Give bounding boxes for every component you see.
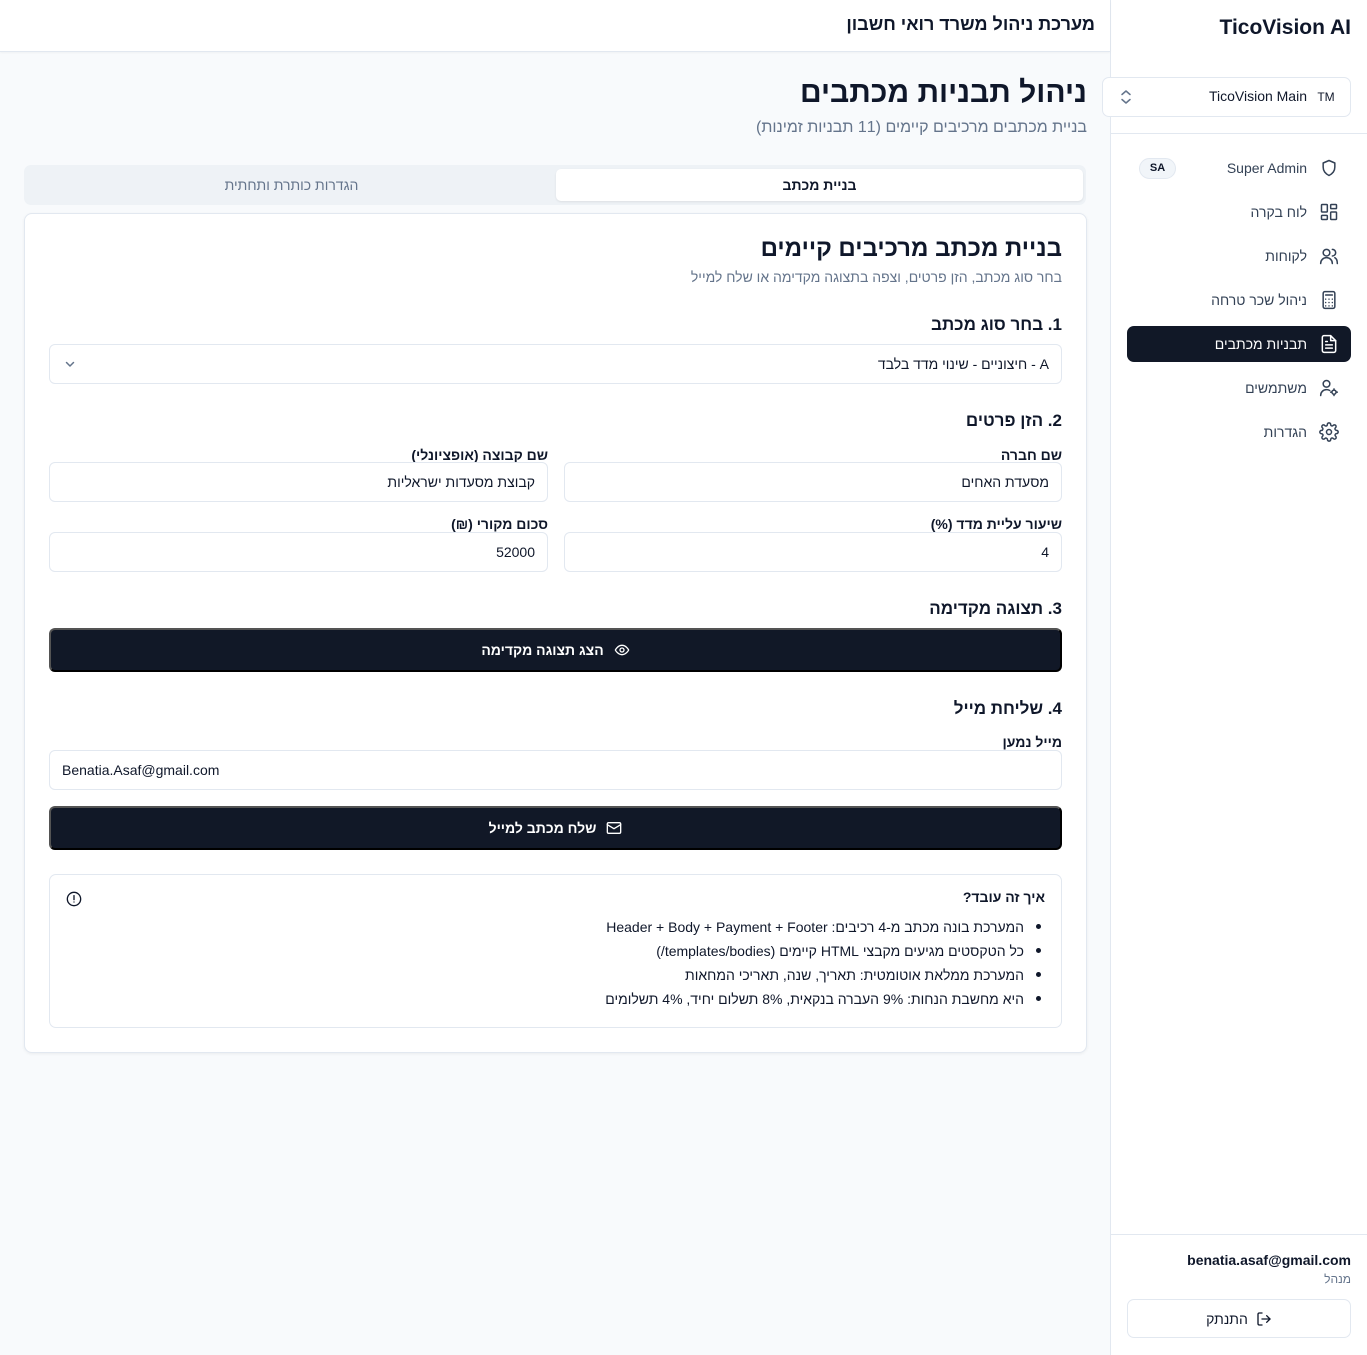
letter-type-selected: A - חיצוניים - שינוי מדד בלבד — [877, 356, 1049, 372]
calculator-icon — [1319, 290, 1339, 310]
company-name-label: שם חברה — [1000, 447, 1062, 463]
sidebar-item-label: תבניות מכתבים — [1214, 336, 1307, 352]
card-description: בחר סוג מכתב, הזן פרטים, וצפה בתצוגה מקד… — [690, 269, 1062, 285]
top-header: מערכת ניהול משרד רואי חשבון — [0, 0, 1110, 52]
sidebar-item-label: ניהול שכר טרחה — [1211, 292, 1307, 308]
page-subtitle: בניית מכתבים מרכיבים קיימים (11 תבניות ז… — [756, 119, 1087, 136]
sidebar: TicoVision AI TM TicoVision Main Super A… — [1102, 0, 1367, 1355]
sidebar-item-label: הגדרות — [1263, 424, 1307, 440]
sidebar-divider — [1110, 1234, 1367, 1235]
mail-icon — [606, 820, 622, 836]
how-it-works-list: המערכת בונה מכתב מ-4 רכיבים: Header + Bo… — [605, 915, 1041, 1011]
how-it-works-title: איך זה עובד? — [962, 889, 1045, 905]
group-name-label: שם קבוצה (אופציונלי) — [411, 447, 548, 463]
recipient-email-input[interactable]: Benatia.Asaf@gmail.com — [49, 750, 1062, 790]
recipient-email-label: מייל נמען — [1002, 734, 1062, 750]
list-item: כל הטקסטים מגיעים מקבצי HTML קיימים (tem… — [605, 939, 1041, 963]
list-item: המערכת ממלאת אוטומטית: תאריך, שנה, תאריכ… — [605, 963, 1041, 987]
company-name-input[interactable]: מסעדת האחים — [564, 462, 1062, 502]
org-name: TicoVision Main — [1208, 88, 1307, 104]
settings-gear-icon — [1319, 422, 1339, 442]
chevrons-up-down-icon — [1119, 89, 1133, 105]
dashboard-grid-icon — [1319, 202, 1339, 222]
tab-header-footer-settings[interactable]: הגדרות כותרת ותחתית — [28, 169, 555, 201]
sidebar-item-dashboard[interactable]: לוח בקרה — [1127, 194, 1351, 230]
sidebar-item-label: משתמשים — [1245, 380, 1307, 396]
org-badge: TM — [1317, 90, 1335, 104]
user-role: מנהל — [1324, 1272, 1351, 1286]
show-preview-label: הצג תצוגה מקדימה — [481, 642, 604, 658]
logout-icon — [1256, 1311, 1272, 1327]
shield-icon — [1319, 158, 1339, 178]
how-it-works-box: איך זה עובד? המערכת בונה מכתב מ-4 רכיבים… — [49, 874, 1062, 1028]
chevron-down-icon — [64, 358, 76, 370]
tabs-bar: בניית מכתב הגדרות כותרת ותחתית — [24, 165, 1086, 205]
letter-type-select[interactable]: A - חיצוניים - שינוי מדד בלבד — [49, 344, 1062, 384]
sidebar-item-label: Super Admin — [1226, 160, 1307, 176]
sidebar-item-super-admin[interactable]: Super Admin SA — [1127, 150, 1351, 186]
page-title: ניהול תבניות מכתבים — [799, 76, 1087, 109]
sidebar-item-letter-templates[interactable]: תבניות מכתבים — [1127, 326, 1351, 362]
sidebar-nav: Super Admin SA לוח בקרה לקוחות ניהול שכר… — [1127, 150, 1351, 458]
tab-letter-builder[interactable]: בניית מכתב — [556, 169, 1083, 201]
send-email-button[interactable]: שלח מכתב למייל — [49, 806, 1062, 850]
step2-title: 2. הזן פרטים — [965, 411, 1062, 430]
list-item: המערכת בונה מכתב מ-4 רכיבים: Header + Bo… — [605, 915, 1041, 939]
eye-icon — [614, 642, 630, 658]
send-email-label: שלח מכתב למייל — [488, 820, 597, 836]
index-rate-label: שיעור עליית מדד (%) — [930, 516, 1062, 532]
file-text-icon — [1319, 334, 1339, 354]
step1-title: 1. בחר סוג מכתב — [931, 315, 1062, 334]
sidebar-divider — [1110, 133, 1367, 134]
index-rate-input[interactable]: 4 — [564, 532, 1062, 572]
user-email: benatia.asaf@gmail.com — [1187, 1252, 1351, 1268]
step3-title: 3. תצוגה מקדימה — [929, 599, 1062, 618]
logout-label: התנתק — [1206, 1310, 1248, 1327]
list-item: היא מחשבת הנחות: 9% העברה בנקאית, 8% תשל… — [605, 987, 1041, 1011]
group-name-input[interactable]: קבוצת מסעדות ישראליות — [49, 462, 548, 502]
role-badge: SA — [1139, 158, 1176, 179]
original-amount-label: סכום מקורי (₪) — [451, 516, 548, 532]
brand-logo-text: TicoVision AI — [1219, 16, 1351, 39]
user-cog-icon — [1319, 378, 1339, 398]
sidebar-item-label: לוח בקרה — [1250, 204, 1307, 220]
sidebar-item-users[interactable]: משתמשים — [1127, 370, 1351, 406]
letter-builder-card: בניית מכתב מרכיבים קיימים בחר סוג מכתב, … — [24, 213, 1087, 1053]
show-preview-button[interactable]: הצג תצוגה מקדימה — [49, 628, 1062, 672]
header-title: מערכת ניהול משרד רואי חשבון — [846, 14, 1095, 34]
card-title: בניית מכתב מרכיבים קיימים — [760, 235, 1062, 262]
sidebar-item-label: לקוחות — [1265, 248, 1307, 264]
users-icon — [1319, 246, 1339, 266]
sidebar-item-settings[interactable]: הגדרות — [1127, 414, 1351, 450]
logout-button[interactable]: התנתק — [1127, 1299, 1351, 1338]
sidebar-item-clients[interactable]: לקוחות — [1127, 238, 1351, 274]
step4-title: 4. שליחת מייל — [953, 699, 1062, 718]
org-switcher[interactable]: TM TicoVision Main — [1102, 77, 1351, 117]
original-amount-input[interactable]: 52000 — [49, 532, 548, 572]
sidebar-item-fees[interactable]: ניהול שכר טרחה — [1127, 282, 1351, 318]
info-alert-icon — [66, 891, 82, 907]
